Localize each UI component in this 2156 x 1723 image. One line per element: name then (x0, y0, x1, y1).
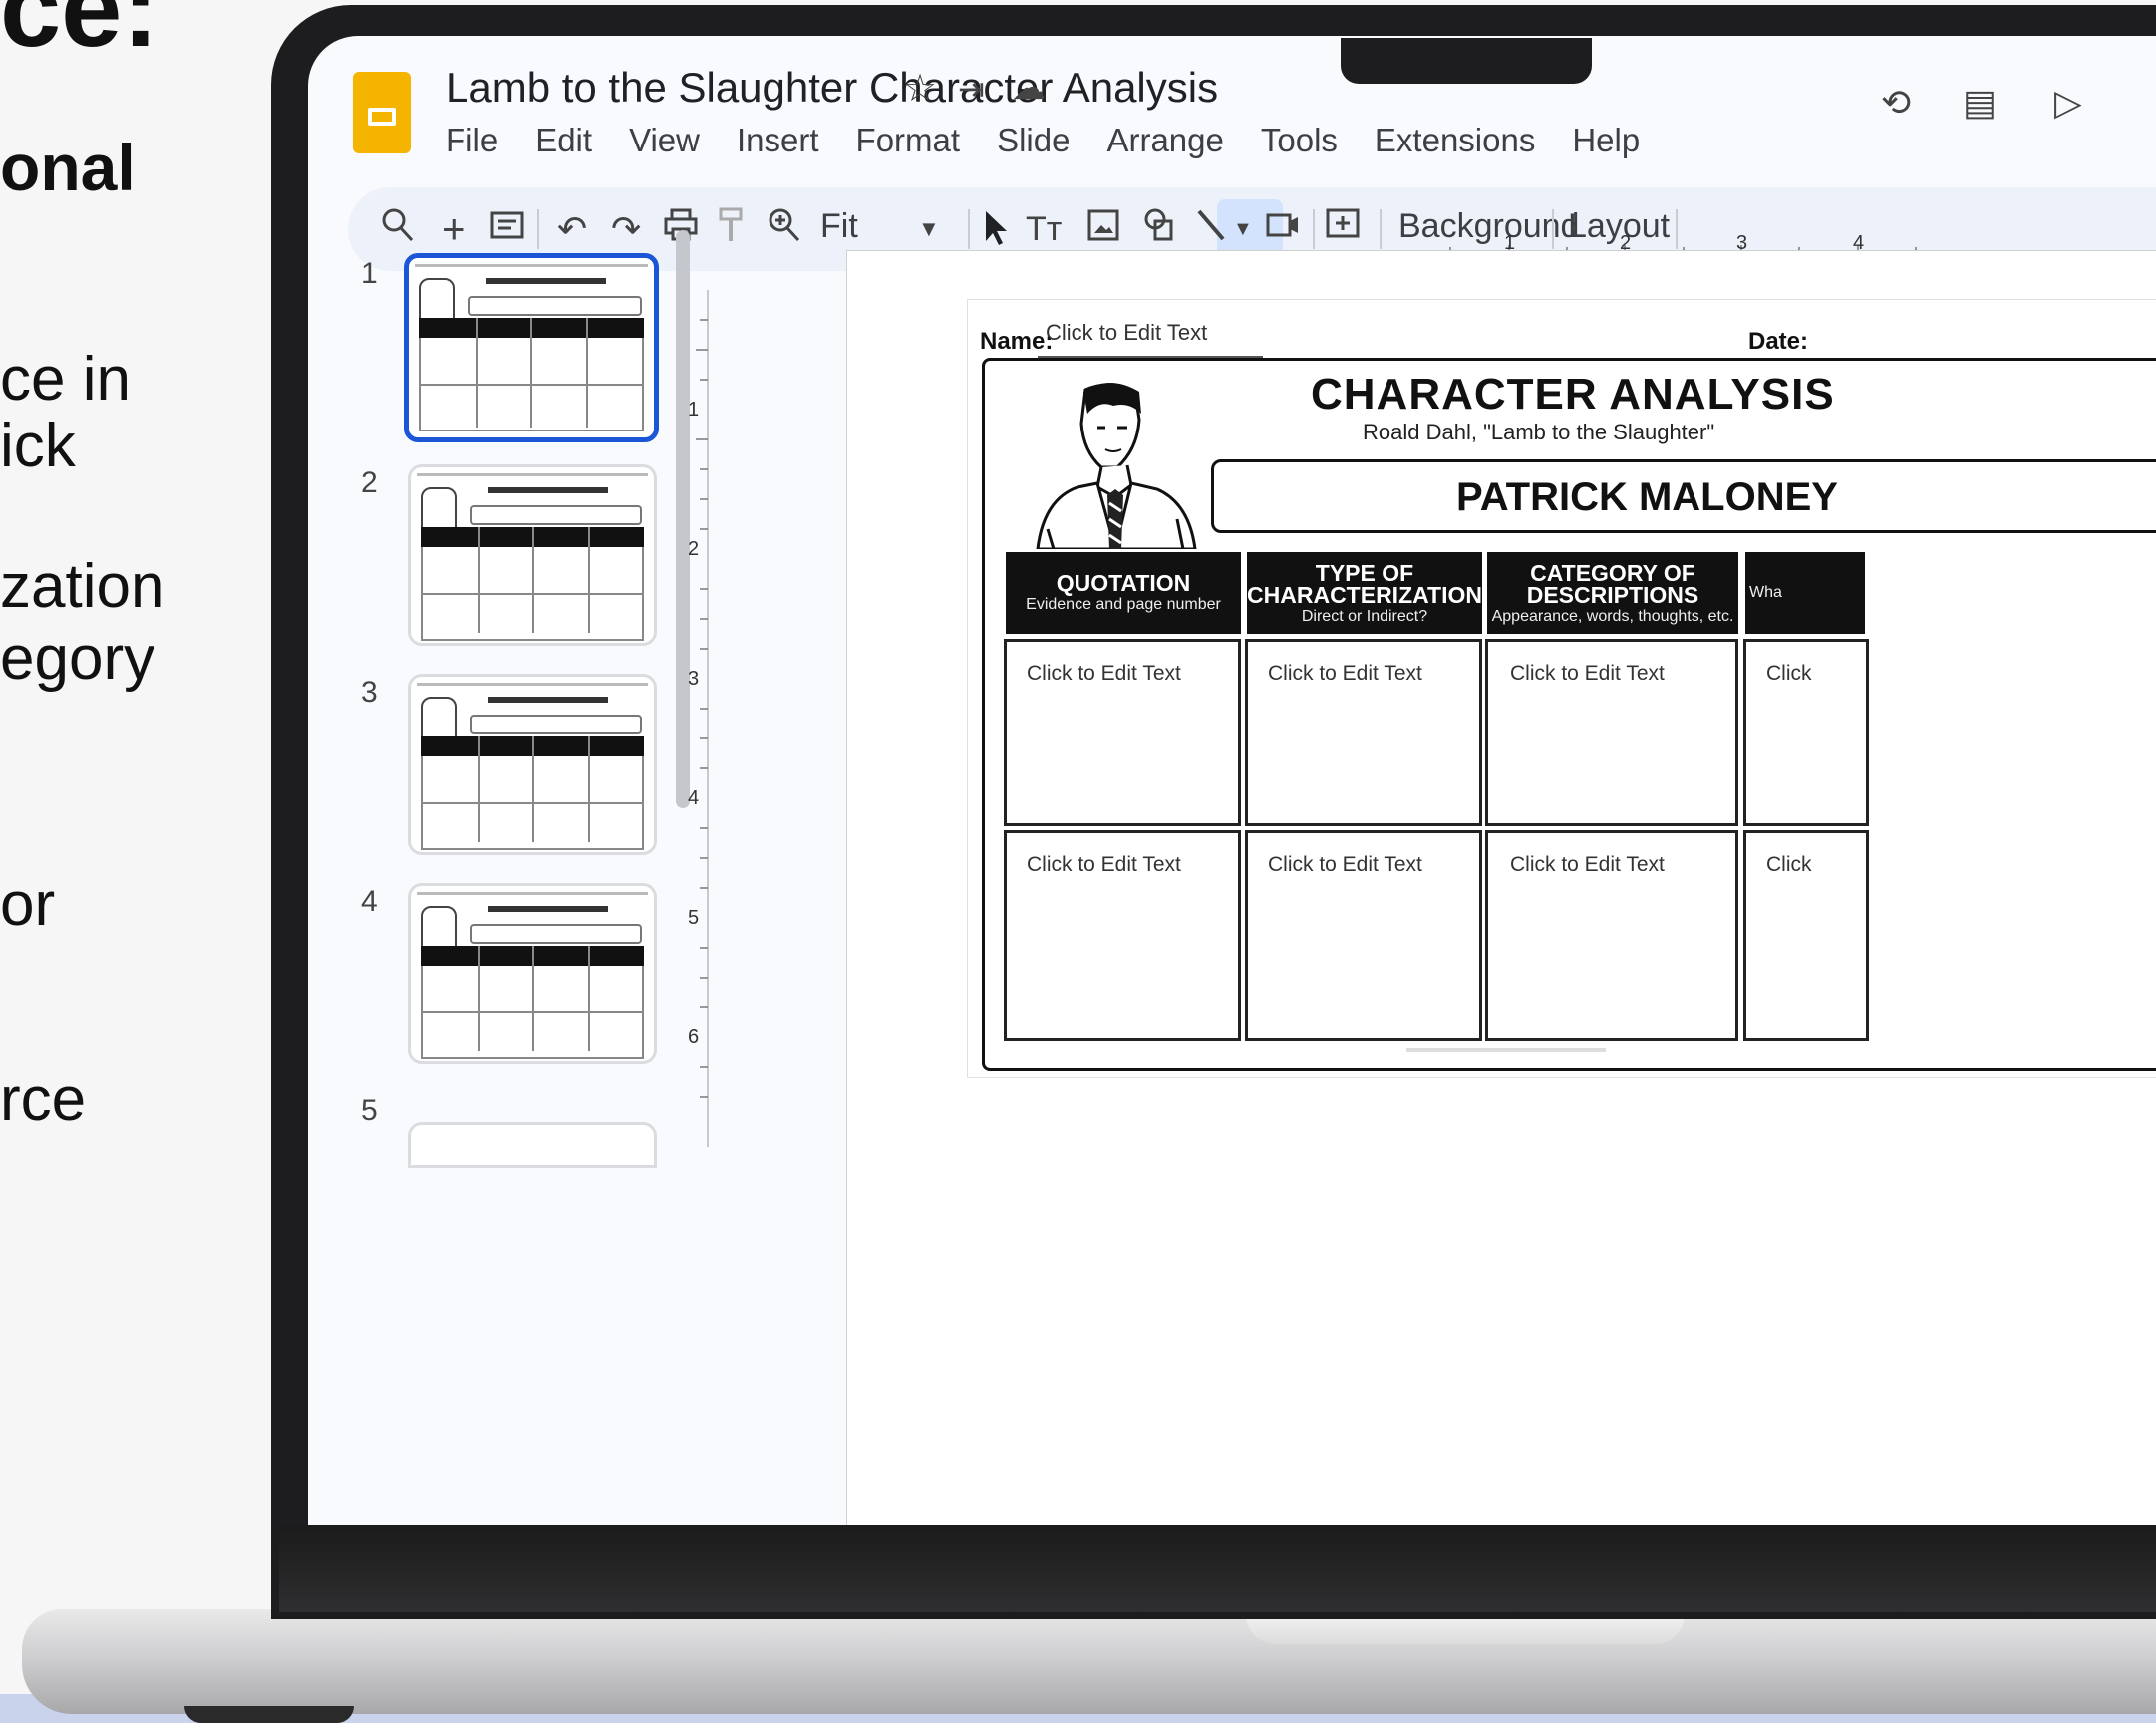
column-subtitle: Evidence and page number (1026, 596, 1221, 613)
table-cell[interactable]: Click to Edit Text (1245, 639, 1482, 826)
slide-thumbnail-1[interactable] (404, 253, 659, 442)
cell-text[interactable]: Click to Edit Text (1510, 662, 1665, 686)
laptop-foot (184, 1706, 354, 1723)
side-line-5: or (0, 870, 56, 939)
column-header-category-of-descriptions: CATEGORY OF DESCRIPTIONS Appearance, wor… (1487, 552, 1738, 634)
date-label: Date: (1748, 328, 1809, 355)
ruler-v-label-6: 6 (688, 1026, 699, 1048)
worksheet-title: CHARACTER ANALYSIS (1311, 370, 1835, 419)
table-cell[interactable]: Click (1743, 639, 1869, 826)
version-history-icon[interactable]: ⟲ (1881, 82, 1911, 124)
screen: Lamb to the Slaughter Character Analysis… (308, 36, 2156, 1525)
column-header-type-of-characterization: TYPE OF CHARACTERIZATION Direct or Indir… (1247, 552, 1482, 634)
column-header-quotation: QUOTATION Evidence and page number (1006, 552, 1241, 634)
ruler-v-label-5: 5 (688, 907, 699, 929)
table-cell[interactable]: Click to Edit Text (1485, 639, 1738, 826)
slide-thumbnail-4[interactable] (408, 883, 657, 1064)
slide-number: 5 (361, 1094, 378, 1127)
slide-layout-icon[interactable] (489, 205, 525, 257)
side-line-4: egory (0, 624, 155, 693)
menu-view[interactable]: View (629, 122, 700, 159)
cell-text[interactable]: Click (1766, 662, 1812, 686)
menu-format[interactable]: Format (856, 122, 961, 159)
comments-icon[interactable]: ▤ (1963, 82, 1997, 124)
menu-tools[interactable]: Tools (1261, 122, 1338, 159)
side-bold-line: onal (0, 131, 136, 204)
document-title[interactable]: Lamb to the Slaughter Character Analysis (446, 64, 1218, 112)
meet-icon[interactable]: ▷ (2054, 82, 2082, 124)
side-line-2: ick (0, 412, 76, 480)
column-title: CATEGORY OF DESCRIPTIONS (1526, 560, 1699, 608)
cell-text[interactable]: Click to Edit Text (1268, 662, 1422, 686)
cell-text[interactable]: Click to Edit Text (1027, 853, 1181, 877)
search-menus-icon[interactable] (380, 205, 416, 257)
side-line-6: rce (0, 1065, 87, 1134)
cell-text[interactable]: Click to Edit Text (1268, 853, 1422, 877)
column-subtitle: Wha (1749, 584, 1782, 601)
zoom-icon[interactable] (767, 205, 802, 257)
camera-notch (1341, 38, 1592, 84)
table-cell[interactable]: Click to Edit Text (1004, 830, 1241, 1041)
new-slide-icon[interactable]: + (442, 205, 466, 253)
menu-slide[interactable]: Slide (997, 122, 1070, 159)
column-title: QUOTATION (1056, 570, 1191, 596)
slide-thumbnail-2[interactable] (408, 464, 657, 646)
cloud-status-icon[interactable]: ☁ (1012, 68, 1046, 108)
side-line-1: ce in (0, 345, 131, 414)
column-title: TYPE OF CHARACTERIZATION (1247, 560, 1482, 608)
slides-logo-icon[interactable] (353, 72, 411, 153)
column-subtitle: Appearance, words, thoughts, etc. (1491, 608, 1734, 625)
redo-icon[interactable]: ↷ (611, 205, 641, 253)
move-to-folder-icon[interactable]: ⇥ (958, 70, 985, 108)
table-cell[interactable]: Click (1743, 830, 1869, 1041)
character-portrait (1036, 383, 1197, 549)
menu-arrange[interactable]: Arrange (1106, 122, 1223, 159)
cell-text[interactable]: Click to Edit Text (1510, 853, 1665, 877)
text-box-icon[interactable]: Tт (1026, 205, 1062, 253)
worksheet-subtitle: Roald Dahl, "Lamb to the Slaughter" (1363, 420, 1715, 444)
worksheet: Name: Click to Edit Text Date: CHARACTER… (967, 299, 2156, 1078)
ruler-v-label-4: 4 (688, 787, 699, 809)
table-cell[interactable]: Click to Edit Text (1485, 830, 1738, 1041)
paint-format-icon[interactable] (717, 205, 747, 257)
menu-edit[interactable]: Edit (535, 122, 592, 159)
menu-insert[interactable]: Insert (737, 122, 819, 159)
slide-canvas[interactable]: Name: Click to Edit Text Date: CHARACTER… (846, 250, 2156, 1525)
zoom-select[interactable]: Fit (820, 207, 858, 246)
side-line-3: zation (0, 552, 165, 621)
star-icon[interactable]: ☆ (903, 66, 937, 111)
ruler-v-label-2: 2 (688, 538, 699, 560)
side-heading: ce: (0, 0, 158, 70)
slide-number: 4 (361, 885, 378, 918)
menu-help[interactable]: Help (1572, 122, 1640, 159)
laptop-base (22, 1609, 2156, 1714)
table-cell[interactable]: Click to Edit Text (1004, 639, 1241, 826)
laptop-bezel-bottom (279, 1525, 2156, 1612)
cell-text[interactable]: Click to Edit Text (1027, 662, 1181, 686)
column-subtitle: Direct or Indirect? (1301, 608, 1428, 625)
zoom-dropdown-icon[interactable]: ▼ (918, 205, 940, 253)
line-dropdown-icon[interactable]: ▼ (1233, 205, 1253, 253)
slide-number: 3 (361, 676, 378, 709)
undo-icon[interactable]: ↶ (557, 205, 587, 253)
name-field-text[interactable]: Click to Edit Text (1046, 320, 1207, 346)
vertical-ruler: 1 2 3 4 5 6 (688, 290, 709, 1147)
menu-file[interactable]: File (446, 122, 498, 159)
slide-thumbnail-5[interactable] (408, 1122, 657, 1168)
footer-copyright-line (1406, 1048, 1606, 1052)
table-cell[interactable]: Click to Edit Text (1245, 830, 1482, 1041)
slide-thumbnail-3[interactable] (408, 674, 657, 855)
column-header-4: Wha (1745, 552, 1865, 634)
ruler-v-label-3: 3 (688, 668, 699, 690)
slide-number: 2 (361, 466, 378, 499)
ruler-v-label-1: 1 (688, 399, 699, 421)
menu-bar: File Edit View Insert Format Slide Arran… (446, 122, 1677, 159)
menu-extensions[interactable]: Extensions (1375, 122, 1535, 159)
slide-number: 1 (361, 257, 378, 290)
cell-text[interactable]: Click (1766, 853, 1812, 877)
character-name[interactable]: PATRICK MALONEY (1456, 475, 1838, 520)
